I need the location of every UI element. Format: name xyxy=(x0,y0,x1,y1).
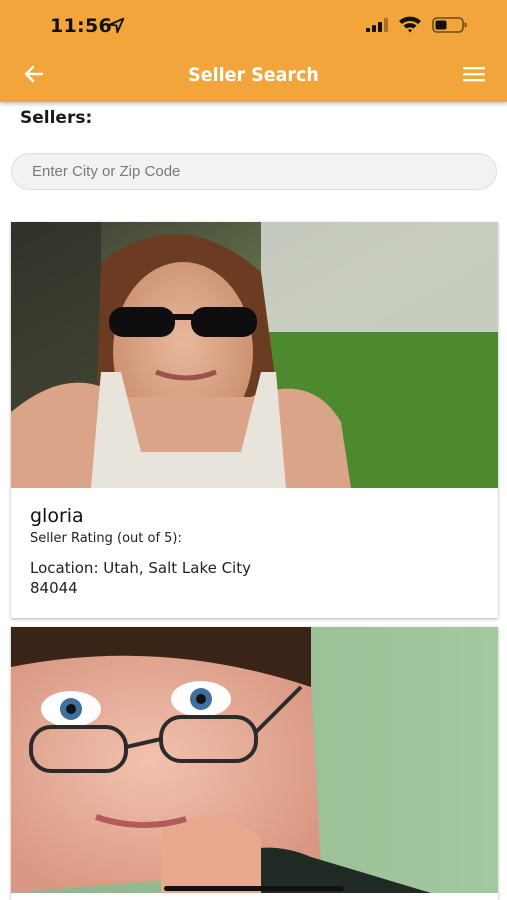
page-title: Seller Search xyxy=(188,64,319,86)
sellers-heading: Sellers: xyxy=(20,108,93,128)
seller-location: Location: Utah, Salt Lake City 84044 xyxy=(30,558,488,598)
status-bar: 11:56 xyxy=(0,0,507,50)
home-indicator xyxy=(164,886,344,891)
wifi-icon xyxy=(399,16,421,33)
seller-name: gloria xyxy=(30,505,84,527)
city-zip-search-input[interactable] xyxy=(11,153,497,190)
app-header: 11:56 Seller Search xyxy=(0,0,507,102)
seller-zip: 84044 xyxy=(30,579,78,597)
seller-info: gloria Seller Rating (out of 5): Locatio… xyxy=(30,505,488,598)
seller-card[interactable] xyxy=(11,627,498,900)
seller-rating-label: Seller Rating (out of 5): xyxy=(30,531,182,546)
hamburger-menu-icon[interactable] xyxy=(462,64,486,84)
seller-location-line: Location: Utah, Salt Lake City xyxy=(30,559,251,577)
status-time: 11:56 xyxy=(50,15,112,37)
battery-icon xyxy=(432,17,467,33)
signal-icon xyxy=(366,18,388,32)
nav-bar: Seller Search xyxy=(0,52,507,98)
seller-photo xyxy=(11,222,498,488)
location-arrow-icon xyxy=(108,17,125,34)
seller-photo xyxy=(11,627,498,893)
seller-card[interactable]: gloria Seller Rating (out of 5): Locatio… xyxy=(11,222,498,618)
